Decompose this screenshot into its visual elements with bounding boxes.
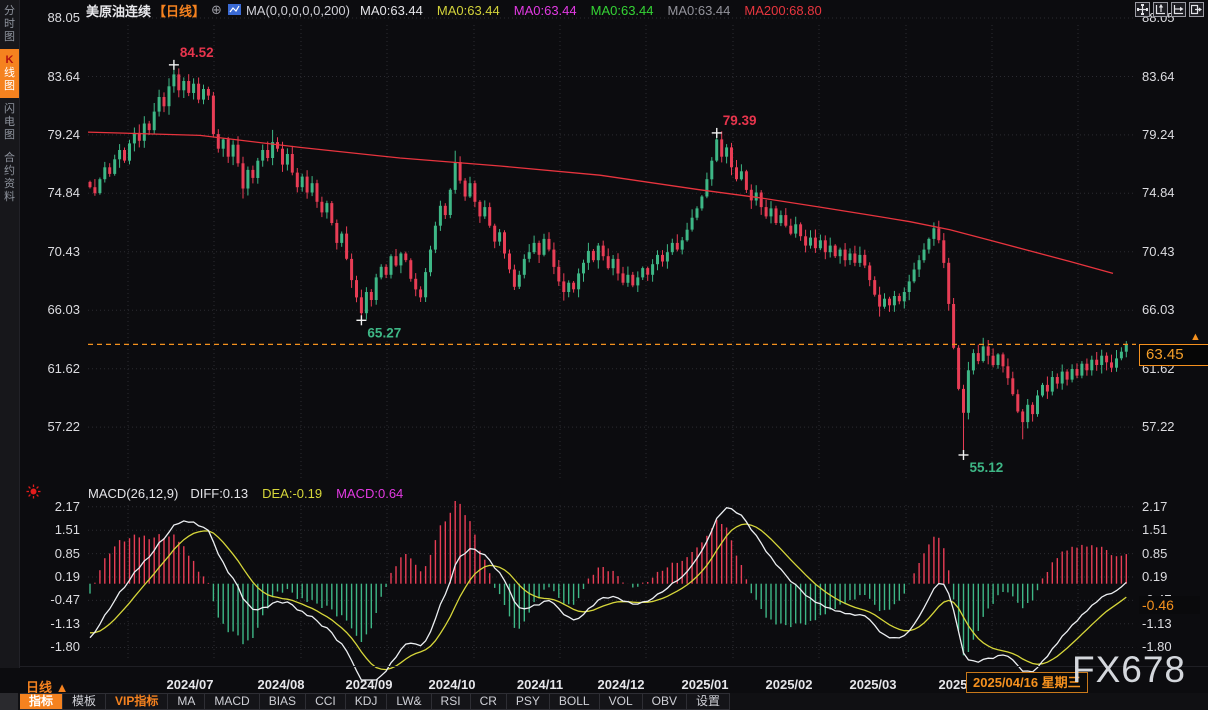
macd-diff-value: DIFF:0.13 bbox=[190, 486, 248, 501]
macd-tick-l-2: 0.85 bbox=[22, 546, 80, 561]
add-compare-icon[interactable]: ⊕ bbox=[211, 2, 222, 18]
macd-tick-l-3: 0.19 bbox=[22, 569, 80, 584]
indicator-tab-VOL[interactable]: VOL bbox=[600, 693, 643, 710]
macd-tick-l-5: -1.13 bbox=[22, 616, 80, 631]
month-label-2024/07: 2024/07 bbox=[167, 677, 214, 692]
panel-expand-icon[interactable] bbox=[1189, 2, 1204, 17]
indicator-tab-BOLL[interactable]: BOLL bbox=[550, 693, 600, 710]
sidebar-item-3[interactable]: 合约资料 bbox=[0, 147, 19, 209]
watermark: FX678 bbox=[1072, 649, 1186, 691]
svg-text:79.39: 79.39 bbox=[723, 113, 757, 128]
ma-value-2: MA0:63.44 bbox=[514, 3, 577, 18]
macd-header: MACD(26,12,9) DIFF:0.13 DEA:-0.19 MACD:0.64 bbox=[88, 486, 403, 501]
ma-value-0: MA0:63.44 bbox=[360, 3, 423, 18]
price-tick-r-1: 83.64 bbox=[1142, 69, 1175, 84]
month-label-2025/02: 2025/02 bbox=[766, 677, 813, 692]
ma-value-3: MA0:63.44 bbox=[591, 3, 654, 18]
price-tick-r-7: 57.22 bbox=[1142, 419, 1175, 434]
indicator-tab-MACD[interactable]: MACD bbox=[205, 693, 259, 710]
macd-dea-value: DEA:-0.19 bbox=[262, 486, 322, 501]
indicator-tab-CR[interactable]: CR bbox=[471, 693, 507, 710]
price-tick-r-3: 74.84 bbox=[1142, 185, 1175, 200]
indicator-tab-MA[interactable]: MA bbox=[168, 693, 205, 710]
ma-settings-label: MA(0,0,0,0,0,200) bbox=[246, 3, 350, 18]
month-label-2025/01: 2025/01 bbox=[682, 677, 729, 692]
macd-tick-r-3: 0.19 bbox=[1142, 569, 1167, 584]
chart-canvas[interactable]: 84.52 65.27 79.39 55.12 bbox=[0, 0, 1208, 710]
svg-text:55.12: 55.12 bbox=[969, 460, 1003, 475]
macd-current-label: -0.46 bbox=[1139, 596, 1200, 614]
symbol-title: 美原油连续 bbox=[86, 1, 151, 20]
macd-tick-r-1: 1.51 bbox=[1142, 522, 1167, 537]
price-tick-l-4: 70.43 bbox=[22, 244, 80, 259]
crosshair-date-label: 2025/04/16 星期三 bbox=[966, 672, 1088, 693]
macd-tick-r-0: 2.17 bbox=[1142, 499, 1167, 514]
macd-title: MACD(26,12,9) bbox=[88, 486, 178, 501]
trading-terminal: 84.52 65.27 79.39 55.12 美原油连续 【日线】 ⊕ MA(0,0… bbox=[0, 0, 1208, 710]
zoom-in-icon[interactable] bbox=[1153, 2, 1168, 17]
price-tick-l-7: 57.22 bbox=[22, 419, 80, 434]
price-tick-l-6: 61.62 bbox=[22, 361, 80, 376]
indicator-tab-VIP指标[interactable]: VIP指标 bbox=[106, 693, 168, 710]
chart-toolbar bbox=[1135, 2, 1204, 17]
alert-icon[interactable] bbox=[26, 484, 41, 504]
macd-tick-r-5: -1.13 bbox=[1142, 616, 1172, 631]
tab-corner bbox=[0, 693, 18, 710]
macd-tick-l-6: -1.80 bbox=[22, 639, 80, 654]
price-tick-l-1: 83.64 bbox=[22, 69, 80, 84]
macd-tick-l-4: -0.47 bbox=[22, 592, 80, 607]
macd-macd-value: MACD:0.64 bbox=[336, 486, 403, 501]
indicator-tab-LW&[interactable]: LW& bbox=[387, 693, 431, 710]
price-tick-r-2: 79.24 bbox=[1142, 127, 1175, 142]
ma-values: MA0:63.44 MA0:63.44 MA0:63.44 MA0:63.44 MA0:… bbox=[360, 3, 836, 18]
indicator-tab-BIAS[interactable]: BIAS bbox=[260, 693, 306, 710]
current-price-label: 63.45 bbox=[1139, 344, 1208, 366]
pan-icon[interactable] bbox=[1135, 2, 1150, 17]
month-label-2024/12: 2024/12 bbox=[598, 677, 645, 692]
price-tick-l-2: 79.24 bbox=[22, 127, 80, 142]
indicator-tab-bar: 指标模板VIP指标MAMACDBIASCCIKDJLW&RSICRPSYBOLL… bbox=[0, 693, 1208, 710]
indicator-tab-CCI[interactable]: CCI bbox=[306, 693, 346, 710]
period-tag: 【日线】 bbox=[153, 1, 205, 20]
svg-text:84.52: 84.52 bbox=[180, 45, 214, 60]
price-tick-r-4: 70.43 bbox=[1142, 244, 1175, 259]
zoom-out-icon[interactable] bbox=[1171, 2, 1186, 17]
price-up-arrow-icon: ▲ bbox=[1190, 331, 1201, 343]
ma-value-5: MA200:68.80 bbox=[744, 3, 821, 18]
x-axis-row: 日线 ▲ 2025/04/16 星期三 FX678 2024/072024/08… bbox=[0, 666, 1208, 695]
month-label-2025/03: 2025/03 bbox=[850, 677, 897, 692]
ma-value-1: MA0:63.44 bbox=[437, 3, 500, 18]
svg-text:65.27: 65.27 bbox=[367, 325, 401, 340]
indicator-tab-RSI[interactable]: RSI bbox=[432, 693, 471, 710]
indicator-tab-PSY[interactable]: PSY bbox=[507, 693, 550, 710]
sidebar-item-0[interactable]: 分时图 bbox=[0, 0, 19, 49]
price-tick-l-5: 66.03 bbox=[22, 302, 80, 317]
top-bar: 美原油连续 【日线】 ⊕ MA(0,0,0,0,0,200) MA0:63.44… bbox=[22, 0, 836, 20]
macd-tick-l-1: 1.51 bbox=[22, 522, 80, 537]
ma-value-4: MA0:63.44 bbox=[668, 3, 731, 18]
indicator-tab-设置[interactable]: 设置 bbox=[687, 693, 730, 710]
price-tick-l-3: 74.84 bbox=[22, 185, 80, 200]
sidebar: 分时图K线图闪电图合约资料 bbox=[0, 0, 20, 668]
month-label-2024/11: 2024/11 bbox=[517, 677, 563, 692]
indicator-tab-模板[interactable]: 模板 bbox=[63, 693, 106, 710]
price-tick-r-5: 66.03 bbox=[1142, 302, 1175, 317]
month-label-2024/08: 2024/08 bbox=[258, 677, 305, 692]
sidebar-item-1[interactable]: K线图 bbox=[0, 49, 19, 98]
month-label-2024/10: 2024/10 bbox=[429, 677, 476, 692]
sidebar-item-2[interactable]: 闪电图 bbox=[0, 98, 19, 147]
indicator-tab-KDJ[interactable]: KDJ bbox=[346, 693, 388, 710]
kline-icon bbox=[228, 4, 242, 16]
indicator-tab-指标[interactable]: 指标 bbox=[20, 693, 63, 710]
macd-tick-r-2: 0.85 bbox=[1142, 546, 1167, 561]
indicator-tab-OBV[interactable]: OBV bbox=[643, 693, 687, 710]
month-label-2024/09: 2024/09 bbox=[346, 677, 393, 692]
